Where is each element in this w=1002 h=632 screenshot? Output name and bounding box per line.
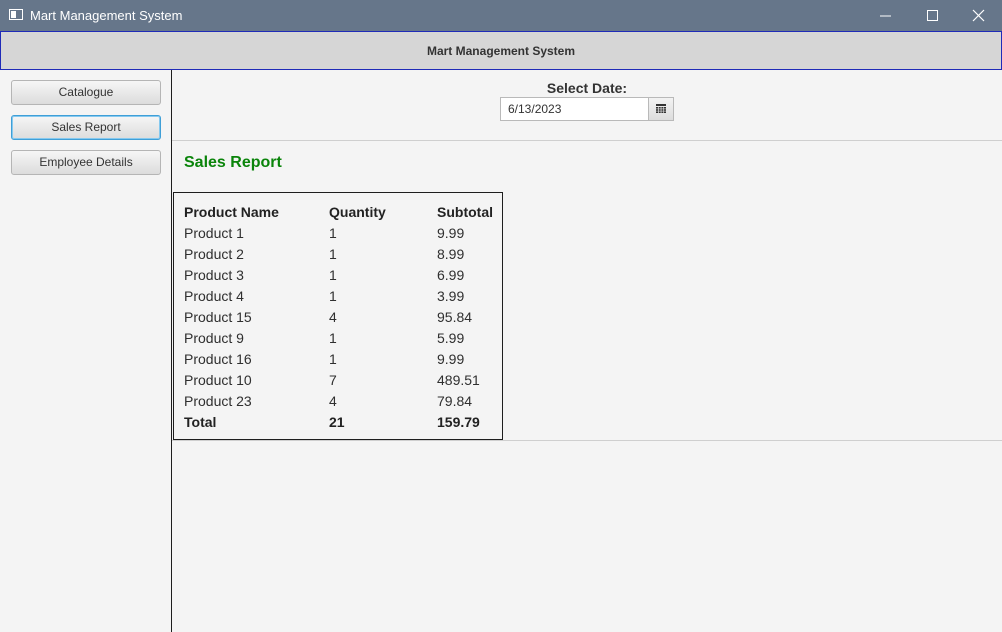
product-name-cell: Product 15: [184, 309, 252, 325]
product-name-cell: Product 9: [184, 330, 244, 346]
catalogue-button[interactable]: Catalogue: [11, 80, 161, 105]
table-row: Product 3 1 6.99: [184, 267, 504, 288]
report-title: Sales Report: [184, 154, 282, 171]
date-input[interactable]: [501, 98, 649, 120]
app-header: Mart Management System: [0, 31, 1002, 70]
subtotal-cell: 95.84: [437, 309, 473, 325]
content-divider-top: [172, 140, 1002, 141]
date-picker[interactable]: [500, 97, 674, 121]
table-row: Product 9 1 5.99: [184, 330, 504, 351]
quantity-cell: 1: [329, 330, 337, 346]
subtotal-cell: 6.99: [437, 267, 465, 283]
window-title: Mart Management System: [30, 8, 183, 23]
subtotal-cell: 5.99: [437, 330, 465, 346]
calendar-icon: [656, 104, 666, 113]
total-quantity: 21: [329, 414, 345, 430]
total-label: Total: [184, 414, 217, 430]
subtotal-cell: 3.99: [437, 288, 465, 304]
quantity-cell: 4: [329, 309, 337, 325]
sales-report-button[interactable]: Sales Report: [11, 115, 161, 140]
quantity-cell: 1: [329, 351, 337, 367]
table-row: Product 4 1 3.99: [184, 288, 504, 309]
sidebar: Catalogue Sales Report Employee Details: [0, 70, 172, 632]
quantity-cell: 1: [329, 246, 337, 262]
quantity-cell: 1: [329, 288, 337, 304]
table-total-row: Total 21 159.79: [184, 414, 504, 435]
quantity-cell: 4: [329, 393, 337, 409]
table-row: Product 2 1 8.99: [184, 246, 504, 267]
calendar-button[interactable]: [648, 98, 673, 120]
column-header: Quantity: [329, 204, 386, 220]
product-name-cell: Product 23: [184, 393, 252, 409]
table-row: Product 15 4 95.84: [184, 309, 504, 330]
table-row: Product 1 1 9.99: [184, 225, 504, 246]
subtotal-cell: 489.51: [437, 372, 480, 388]
maximize-icon: [927, 10, 938, 21]
quantity-cell: 1: [329, 225, 337, 241]
table-row: Product 23 4 79.84: [184, 393, 504, 414]
minimize-button[interactable]: [863, 0, 909, 31]
table-row: Product 10 7 489.51: [184, 372, 504, 393]
window-titlebar: Mart Management System: [0, 0, 1002, 31]
subtotal-cell: 79.84: [437, 393, 473, 409]
content-divider-bottom: [172, 440, 1002, 441]
quantity-cell: 1: [329, 267, 337, 283]
select-date-label: Select Date:: [546, 80, 628, 96]
product-name-cell: Product 10: [184, 372, 252, 388]
product-name-cell: Product 4: [184, 288, 244, 304]
product-name-cell: Product 16: [184, 351, 252, 367]
close-button[interactable]: [955, 0, 1001, 31]
employee-details-button[interactable]: Employee Details: [11, 150, 161, 175]
product-name-cell: Product 3: [184, 267, 244, 283]
maximize-button[interactable]: [909, 0, 955, 31]
product-name-cell: Product 2: [184, 246, 244, 262]
subtotal-cell: 9.99: [437, 225, 465, 241]
quantity-cell: 7: [329, 372, 337, 388]
app-window-icon: [9, 9, 23, 20]
subtotal-cell: 9.99: [437, 351, 465, 367]
close-icon: [972, 9, 985, 22]
sales-report-table: Product Name Quantity Subtotal Product 1…: [173, 192, 503, 440]
product-name-cell: Product 1: [184, 225, 244, 241]
minimize-icon: [880, 15, 891, 17]
column-header: Product Name: [184, 204, 279, 220]
table-header-row: Product Name Quantity Subtotal: [184, 204, 504, 225]
total-amount: 159.79: [437, 414, 480, 430]
column-header: Subtotal: [437, 204, 493, 220]
header-title: Mart Management System: [426, 44, 576, 58]
table-row: Product 16 1 9.99: [184, 351, 504, 372]
subtotal-cell: 8.99: [437, 246, 465, 262]
